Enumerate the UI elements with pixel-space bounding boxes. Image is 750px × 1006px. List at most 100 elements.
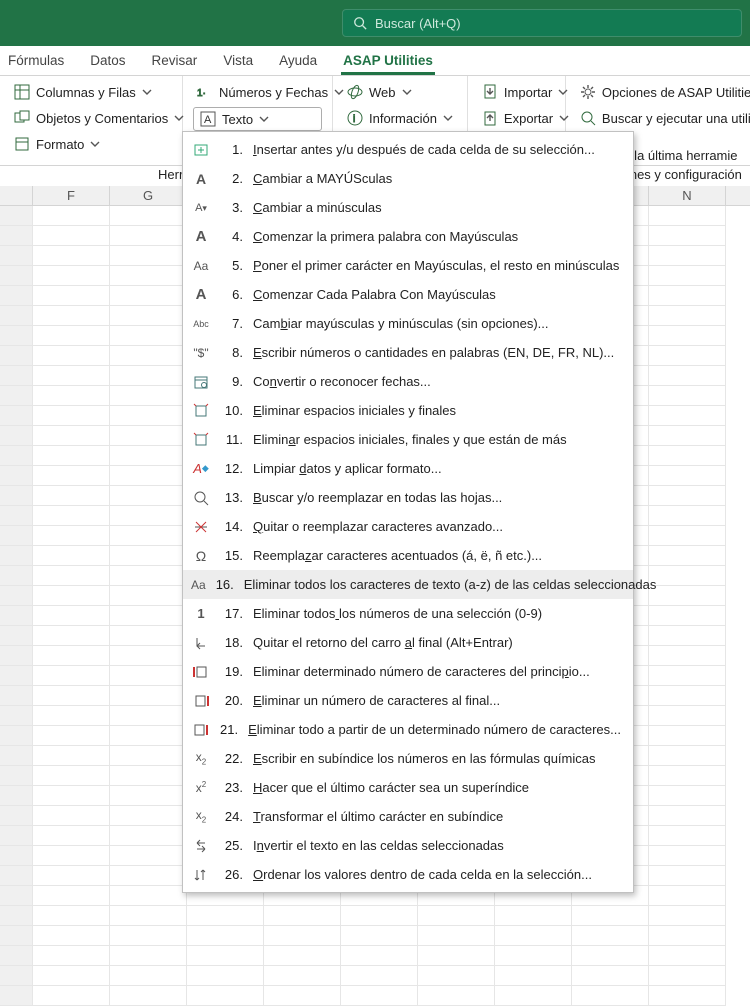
- menu-item-number: 10.: [221, 403, 243, 418]
- tab-revisar[interactable]: Revisar: [150, 53, 200, 75]
- menu-item-25[interactable]: 25.Invertir el texto en las celdas selec…: [183, 831, 633, 860]
- menu-item-number: 1.: [221, 142, 243, 157]
- opciones-asap-button[interactable]: Opciones de ASAP Utilitie: [576, 81, 750, 103]
- importar-button[interactable]: Importar: [478, 81, 555, 103]
- menu-item-number: 17.: [221, 606, 243, 621]
- menu-item-22[interactable]: x222.Escribir en subíndice los números e…: [183, 744, 633, 773]
- col-gutter[interactable]: [0, 186, 33, 205]
- menu-item-number: 8.: [221, 345, 243, 360]
- ribbon-tabs: Fórmulas Datos Revisar Vista Ayuda ASAP …: [0, 46, 750, 76]
- ret-icon: [191, 635, 211, 651]
- menu-item-5[interactable]: Aa5.Poner el primer carácter en Mayúscul…: [183, 251, 633, 280]
- web-button[interactable]: Web: [343, 81, 457, 103]
- objetos-comentarios-button[interactable]: Objetos y Comentarios: [10, 107, 172, 129]
- menu-item-label: Cambiar a MAYÚSculas: [253, 171, 621, 186]
- menu-item-label: Eliminar todo a partir de un determinado…: [248, 722, 621, 737]
- menu-item-label: Escribir números o cantidades en palabra…: [253, 345, 621, 360]
- tab-formulas[interactable]: Fórmulas: [6, 53, 66, 75]
- menu-item-10[interactable]: 10.Eliminar espacios iniciales y finales: [183, 396, 633, 425]
- menu-item-23[interactable]: x223.Hacer que el último carácter sea un…: [183, 773, 633, 802]
- menu-item-16[interactable]: Aa16.Eliminar todos los caracteres de te…: [183, 570, 633, 599]
- tab-datos[interactable]: Datos: [88, 53, 127, 75]
- menu-item-24[interactable]: x224.Transformar el último carácter en s…: [183, 802, 633, 831]
- delL-icon: [191, 664, 211, 680]
- svg-text:1·: 1·: [197, 88, 206, 99]
- informacion-button[interactable]: i Información: [343, 107, 457, 129]
- menu-item-number: 12.: [221, 461, 243, 476]
- menu-item-label: Quitar o reemplazar caracteres avanzado.…: [253, 519, 621, 534]
- col-F[interactable]: F: [33, 186, 110, 205]
- menu-item-label: Ordenar los valores dentro de cada celda…: [253, 867, 621, 882]
- menu-item-18[interactable]: 18.Quitar el retorno del carro al final …: [183, 628, 633, 657]
- columnas-filas-button[interactable]: Columnas y Filas: [10, 81, 172, 103]
- menu-item-12[interactable]: A◆12.Limpiar datos y aplicar formato...: [183, 454, 633, 483]
- texto-button[interactable]: A Texto: [193, 107, 322, 131]
- search-box[interactable]: Buscar (Alt+Q): [342, 9, 742, 37]
- format-icon: [14, 136, 30, 152]
- buscar-ejecutar-button[interactable]: Buscar y ejecutar una utili: [576, 107, 750, 129]
- numeros-fechas-button[interactable]: 1· Números y Fechas: [193, 81, 322, 103]
- Abig-icon: A: [191, 228, 211, 245]
- menu-item-21[interactable]: 21. Eliminar todo a partir de un determin…: [183, 715, 633, 744]
- menu-item-number: 6.: [221, 287, 243, 302]
- search-icon: [353, 16, 367, 30]
- menu-item-2[interactable]: A2.Cambiar a MAYÚSculas: [183, 164, 633, 193]
- delR-icon: [191, 722, 209, 738]
- menu-item-label: Cambiar mayúsculas y minúsculas (sin opc…: [253, 316, 621, 331]
- menu-item-number: 21.: [219, 722, 238, 737]
- menu-item-label: Eliminar un número de caracteres al fina…: [253, 693, 621, 708]
- menu-item-13[interactable]: 13. Buscar y/o reemplazar en todas las ho…: [183, 483, 633, 512]
- menu-item-14[interactable]: 14.Quitar o reemplazar caracteres avanza…: [183, 512, 633, 541]
- columns-rows-icon: [14, 84, 30, 100]
- menu-item-3[interactable]: A▾3.Cambiar a minúsculas: [183, 193, 633, 222]
- menu-item-15[interactable]: Ω15.Reemplazar caracteres acentuados (á,…: [183, 541, 633, 570]
- sort-icon: [191, 867, 211, 883]
- menu-item-19[interactable]: 19.Eliminar determinado número de caract…: [183, 657, 633, 686]
- menu-item-20[interactable]: 20.Eliminar un número de caracteres al f…: [183, 686, 633, 715]
- menu-item-6[interactable]: A6.Comenzar Cada Palabra Con Mayúsculas: [183, 280, 633, 309]
- menu-item-26[interactable]: 26.Ordenar los valores dentro de cada ce…: [183, 860, 633, 889]
- menu-item-label: Invertir el texto en las celdas seleccio…: [253, 838, 621, 853]
- menu-item-7[interactable]: Abc7.Cambiar mayúsculas y minúsculas (si…: [183, 309, 633, 338]
- web-label: Web: [369, 85, 396, 100]
- Asm-icon: A▾: [191, 202, 211, 214]
- texto-label: Texto: [222, 112, 253, 127]
- menu-item-label: Quitar el retorno del carro al final (Al…: [253, 635, 621, 650]
- menu-item-1[interactable]: 1.Insertar antes y/u después de cada cel…: [183, 135, 633, 164]
- col-N[interactable]: N: [649, 186, 726, 205]
- titlebar: Buscar (Alt+Q): [0, 0, 750, 46]
- menu-item-number: 7.: [221, 316, 243, 331]
- menu-item-number: 23.: [221, 780, 243, 795]
- numeros-label: Números y Fechas: [219, 85, 328, 100]
- tab-asap[interactable]: ASAP Utilities: [341, 53, 435, 75]
- menu-item-label: Eliminar todos los caracteres de texto (…: [244, 577, 657, 592]
- menu-item-label: Comenzar la primera palabra con Mayúscul…: [253, 229, 621, 244]
- menu-item-4[interactable]: A4.Comenzar la primera palabra con Mayús…: [183, 222, 633, 251]
- menu-item-label: Eliminar todos los números de una selecc…: [253, 606, 621, 621]
- menu-item-label: Buscar y/o reemplazar en todas las hojas…: [253, 490, 621, 505]
- sub-icon: x2: [191, 750, 211, 766]
- columnas-filas-label: Columnas y Filas: [36, 85, 136, 100]
- col-G[interactable]: G: [110, 186, 187, 205]
- dollar-icon: "$": [191, 346, 211, 360]
- formato-label: Formato: [36, 137, 84, 152]
- chevron-down-icon: [402, 87, 412, 97]
- sub-icon: x2: [191, 808, 211, 824]
- menu-item-number: 15.: [221, 548, 243, 563]
- menu-item-11[interactable]: 11.Eliminar espacios iniciales, finales …: [183, 425, 633, 454]
- menu-item-8[interactable]: "$" 8. Escribir números o cantidades en pa…: [183, 338, 633, 367]
- menu-item-label: Escribir en subíndice los números en las…: [253, 751, 621, 766]
- formato-button[interactable]: Formato: [10, 133, 172, 155]
- search-icon: [191, 490, 211, 506]
- tab-ayuda[interactable]: Ayuda: [277, 53, 319, 75]
- insert-icon: [191, 142, 211, 158]
- opciones-label: Opciones de ASAP Utilitie: [602, 85, 750, 100]
- menu-item-number: 9.: [221, 374, 243, 389]
- menu-item-number: 19.: [221, 664, 243, 679]
- menu-item-number: 13.: [221, 490, 243, 505]
- exportar-button[interactable]: Exportar: [478, 107, 555, 129]
- menu-item-number: 2.: [221, 171, 243, 186]
- tab-vista[interactable]: Vista: [221, 53, 255, 75]
- menu-item-17[interactable]: 117.Eliminar todos los números de una se…: [183, 599, 633, 628]
- menu-item-9[interactable]: 9.Convertir o reconocer fechas...: [183, 367, 633, 396]
